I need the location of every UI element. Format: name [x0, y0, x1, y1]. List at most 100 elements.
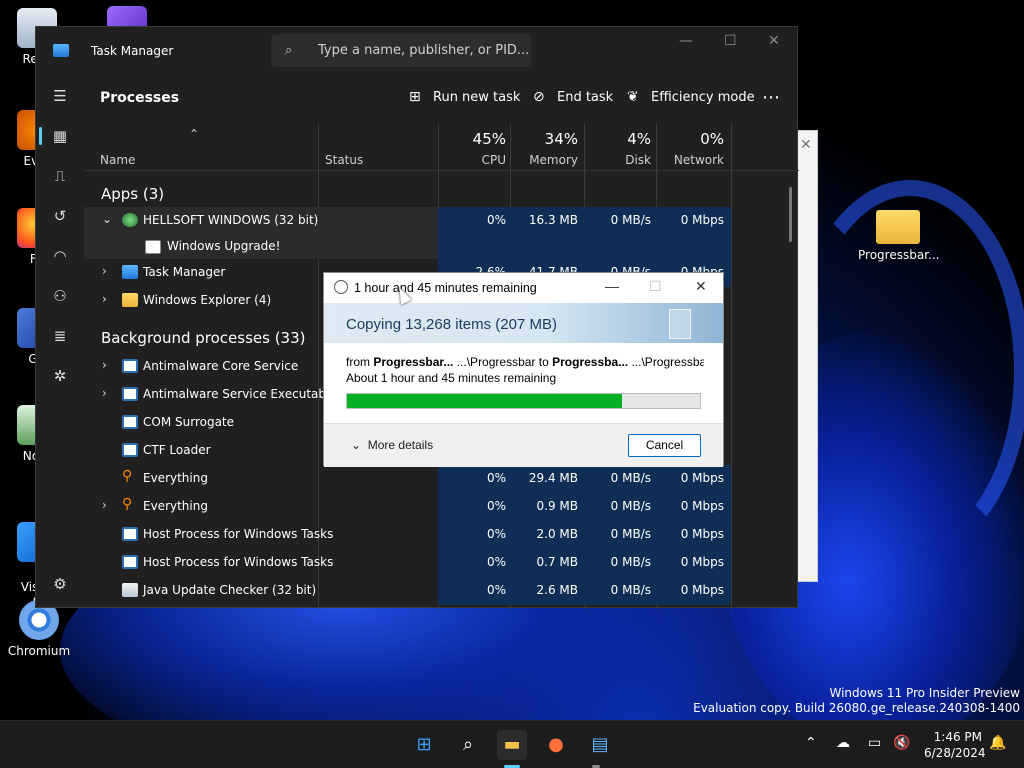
- copy-source-destination: from Progressbar... ...\Progressbar to P…: [346, 355, 704, 369]
- folder-icon: [876, 210, 920, 244]
- column-cpu[interactable]: CPU: [459, 153, 506, 167]
- sort-up-icon[interactable]: ⌃: [189, 127, 199, 141]
- file-icon: [669, 309, 691, 339]
- everything-search-icon: ⚲: [122, 468, 133, 484]
- chevron-right-icon[interactable]: ›: [102, 358, 107, 372]
- processes-icon[interactable]: ▦: [49, 125, 71, 147]
- clock[interactable]: 1:46 PM 6/28/2024: [924, 729, 986, 761]
- destination-link[interactable]: Progressba...: [552, 355, 628, 369]
- background-window: ✕: [797, 130, 818, 582]
- startup-apps-icon[interactable]: ◠: [49, 245, 71, 267]
- table-header: ⌃ Name Status 45% CPU 34% Memory 4% Disk…: [84, 123, 799, 171]
- chevron-right-icon[interactable]: ›: [102, 498, 107, 512]
- column-status[interactable]: Status: [325, 153, 363, 167]
- more-details-toggle[interactable]: ⌄ More details: [351, 438, 433, 452]
- evaluation-watermark: Windows 11 Pro Insider Preview Evaluatio…: [693, 686, 1020, 715]
- cloud-offline-icon[interactable]: ☁: [836, 735, 850, 751]
- dialog-minimize-button[interactable]: —: [605, 278, 619, 294]
- maximize-button[interactable]: ☐: [724, 33, 737, 49]
- efficiency-mode-button[interactable]: ❦ Efficiency mode: [627, 89, 755, 105]
- disk-percent: 4%: [627, 130, 651, 148]
- table-row[interactable]: ⌄ HELLSOFT WINDOWS (32 bit) 0% 16.3 MB 0…: [84, 207, 731, 235]
- dialog-title: 1 hour and 45 minutes remaining: [354, 281, 537, 295]
- clock-icon: [334, 280, 348, 294]
- window-title: Task Manager: [91, 44, 174, 58]
- services-icon[interactable]: ✲: [49, 365, 71, 387]
- network-percent: 0%: [700, 130, 724, 148]
- chevron-right-icon[interactable]: ›: [102, 292, 107, 306]
- table-row[interactable]: Java Update Checker (32 bit) 0% 2.6 MB 0…: [84, 577, 731, 605]
- taskbar: ⊞ ⌕ ▬ ● ▤ ⌃ ☁ ▭ 🔇 1:46 PM 6/28/2024 🔔: [0, 720, 1024, 768]
- performance-icon[interactable]: ⎍: [49, 165, 71, 187]
- column-name[interactable]: Name: [100, 153, 135, 167]
- run-new-task-button[interactable]: ⊞ Run new task: [409, 89, 520, 105]
- column-network[interactable]: Network: [664, 153, 724, 167]
- search-input[interactable]: Type a name, publisher, or PID...: [318, 43, 529, 58]
- volume-muted-icon[interactable]: 🔇: [893, 735, 910, 751]
- table-row[interactable]: ⚲ Everything 0% 29.4 MB 0 MB/s 0 Mbps: [84, 465, 731, 493]
- service-icon: [122, 555, 138, 569]
- toolbar: Processes ⊞ Run new task ⊘ End task ❦ Effic…: [84, 75, 799, 123]
- task-manager-icon: [122, 265, 138, 279]
- title-bar[interactable]: Task Manager ⌕ Type a name, publisher, o…: [36, 27, 797, 75]
- notifications-bell-icon[interactable]: 🔔: [989, 735, 1006, 751]
- copy-heading: Copying 13,268 items (207 MB): [346, 316, 557, 333]
- network-icon[interactable]: ▭: [868, 735, 881, 751]
- active-indicator: [39, 127, 42, 145]
- cancel-button[interactable]: Cancel: [628, 434, 701, 457]
- column-memory[interactable]: Memory: [524, 153, 578, 167]
- end-task-button[interactable]: ⊘ End task: [533, 89, 613, 105]
- details-icon[interactable]: ≣: [49, 325, 71, 347]
- app-history-icon[interactable]: ↺: [49, 205, 71, 227]
- table-row[interactable]: Windows Upgrade!: [84, 235, 731, 259]
- chevron-right-icon[interactable]: ›: [102, 264, 107, 278]
- progress-fill: [347, 394, 623, 408]
- sidebar: ☰ ▦ ⎍ ↺ ◠ ⚇ ≣ ✲ ⚙: [36, 75, 84, 609]
- dialog-close-button[interactable]: ✕: [695, 278, 707, 295]
- column-disk[interactable]: Disk: [594, 153, 651, 167]
- task-manager-icon: [53, 44, 69, 57]
- task-manager-icon[interactable]: ▤: [585, 730, 615, 760]
- minimize-button[interactable]: —: [679, 33, 693, 49]
- progress-bar: [346, 393, 701, 409]
- file-explorer-icon[interactable]: ▬: [497, 730, 527, 760]
- group-background-processes: Background processes (33): [101, 329, 306, 347]
- dialog-title-bar[interactable]: 1 hour and 45 minutes remaining — ☐ ✕: [324, 273, 723, 303]
- time-remaining: About 1 hour and 45 minutes remaining: [346, 371, 557, 385]
- start-windows-icon[interactable]: ⊞: [409, 730, 439, 760]
- chevron-down-icon[interactable]: ⌄: [102, 212, 112, 226]
- end-task-icon: ⊘: [533, 89, 545, 105]
- dialog-footer: ⌄ More details Cancel: [324, 423, 723, 467]
- table-row[interactable]: Host Process for Windows Tasks 0% 0.7 MB…: [84, 549, 731, 577]
- window-icon: [145, 240, 161, 254]
- hamburger-menu-icon[interactable]: ☰: [49, 85, 71, 107]
- group-apps: Apps (3): [101, 185, 165, 203]
- table-row[interactable]: Host Process for Windows Tasks 0% 2.0 MB…: [84, 521, 731, 549]
- dialog-banner: Copying 13,268 items (207 MB): [324, 303, 723, 343]
- chevron-right-icon[interactable]: ›: [102, 386, 107, 400]
- table-row[interactable]: › ⚲ Everything 0% 0.9 MB 0 MB/s 0 Mbps: [84, 493, 731, 521]
- chevron-down-icon: ⌄: [351, 438, 362, 452]
- usage-heat: [438, 235, 731, 259]
- cpu-percent: 45%: [472, 130, 506, 148]
- desktop-folder-progressbar[interactable]: Progressbar...: [858, 206, 939, 262]
- search-box[interactable]: ⌕ Type a name, publisher, or PID...: [271, 34, 531, 67]
- run-task-icon: ⊞: [409, 89, 421, 105]
- more-options-icon[interactable]: ⋯: [762, 87, 781, 108]
- search-icon: ⌕: [285, 43, 293, 58]
- close-icon[interactable]: ✕: [800, 137, 812, 153]
- show-hidden-icons-chevron-up-icon[interactable]: ⌃: [805, 735, 817, 751]
- folder-icon: [122, 293, 138, 307]
- hellsoft-icon: [122, 213, 138, 227]
- dialog-maximize-button: ☐: [649, 278, 662, 294]
- source-link[interactable]: Progressbar...: [373, 355, 453, 369]
- column-divider: [731, 123, 732, 609]
- settings-gear-icon[interactable]: ⚙: [49, 573, 71, 595]
- firefox-icon[interactable]: ●: [541, 730, 571, 760]
- copy-progress-dialog: 1 hour and 45 minutes remaining — ☐ ✕ Co…: [323, 272, 724, 467]
- users-icon[interactable]: ⚇: [49, 285, 71, 307]
- leaf-icon: ❦: [627, 89, 639, 105]
- close-button[interactable]: ✕: [768, 33, 780, 49]
- search-icon[interactable]: ⌕: [453, 730, 483, 760]
- scrollbar-thumb[interactable]: [789, 187, 792, 242]
